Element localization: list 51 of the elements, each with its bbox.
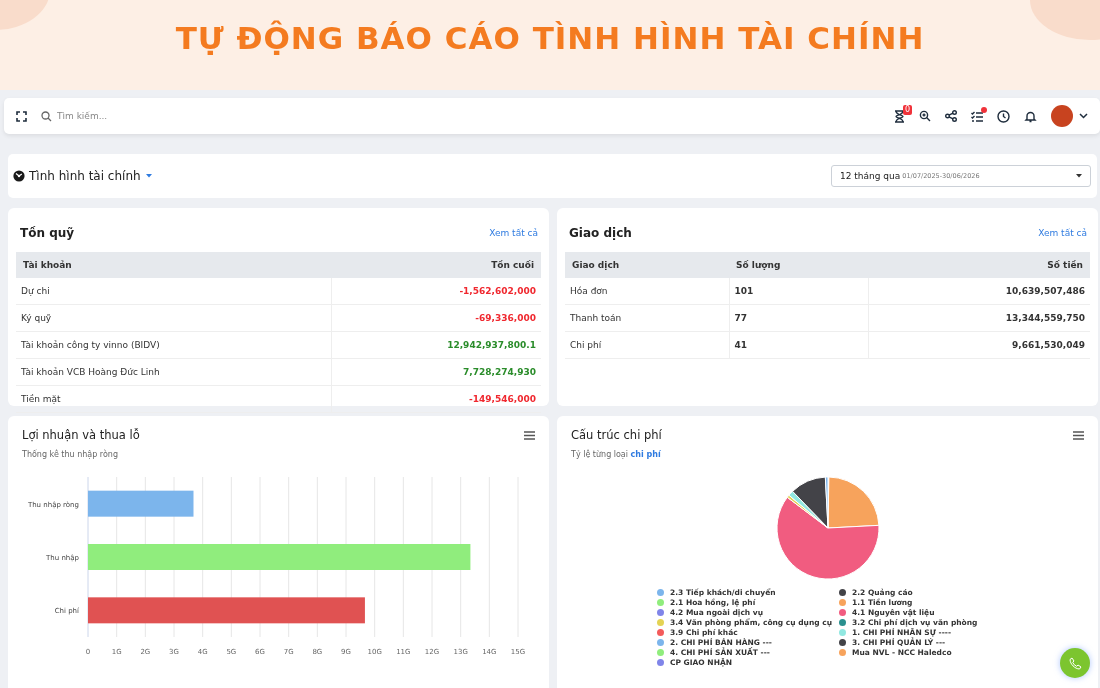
banner-title: TỰ ĐỘNG BÁO CÁO TÌNH HÌNH TÀI CHÍNH bbox=[175, 19, 925, 56]
chart-subtitle: Tỷ lệ từng loại chi phí bbox=[571, 450, 661, 459]
table-cell: 41 bbox=[729, 331, 868, 359]
view-all-link[interactable]: Xem tất cả bbox=[489, 228, 538, 238]
dashboard-icon bbox=[13, 170, 25, 182]
card-title: Tồn quỹ bbox=[20, 226, 75, 240]
zoom-icon[interactable] bbox=[919, 110, 931, 122]
table-cell: 10,639,507,486 bbox=[868, 278, 1090, 305]
menu-icon[interactable] bbox=[1073, 430, 1084, 440]
chart-subtitle: Thống kê thu nhập ròng bbox=[22, 450, 118, 459]
dashboard-title[interactable]: Tình hình tài chính bbox=[29, 169, 141, 183]
table-cell: Ký quỹ bbox=[16, 304, 332, 332]
share-icon[interactable] bbox=[945, 110, 957, 122]
table-cell: 101 bbox=[729, 278, 868, 305]
table-cell: Tiền mặt bbox=[16, 385, 332, 413]
fullscreen-icon[interactable] bbox=[16, 110, 27, 122]
column-header: Số tiền bbox=[868, 252, 1090, 278]
table-cell: Tài khoản VCB Hoàng Đức Linh bbox=[16, 358, 332, 386]
column-header: Tồn cuối bbox=[331, 252, 541, 278]
table-cell: 7,728,274,930 bbox=[331, 358, 541, 386]
table-cell: Chi phí bbox=[565, 331, 729, 359]
table-cell: Dự chi bbox=[16, 278, 332, 305]
table-cell: 12,942,937,800.1 bbox=[331, 331, 541, 359]
avatar-icon[interactable] bbox=[1051, 105, 1073, 127]
chart-title: Cấu trúc chi phí bbox=[571, 428, 662, 442]
search-icon bbox=[41, 110, 52, 122]
card-title: Giao dịch bbox=[569, 226, 632, 240]
view-all-link[interactable]: Xem tất cả bbox=[1038, 228, 1087, 238]
table-cell: -149,546,000 bbox=[331, 385, 541, 413]
table-cell: Hóa đơn bbox=[565, 278, 729, 305]
table-cell: -1,562,602,000 bbox=[331, 278, 541, 305]
column-header: Tài khoản bbox=[16, 252, 332, 278]
table-cell: 9,661,530,049 bbox=[868, 331, 1090, 359]
notification-badge: 0 bbox=[902, 104, 912, 115]
clock-icon[interactable] bbox=[997, 109, 1010, 123]
table-cell: 13,344,559,750 bbox=[868, 304, 1090, 332]
chart-title: Lợi nhuận và thua lỗ bbox=[22, 428, 140, 442]
column-header: Giao dịch bbox=[565, 252, 729, 278]
hourglass-icon[interactable] bbox=[894, 109, 905, 123]
caret-icon bbox=[1076, 174, 1082, 178]
bell-icon[interactable] bbox=[1024, 109, 1037, 123]
column-header: Số lượng bbox=[729, 252, 868, 278]
phone-icon bbox=[1068, 656, 1082, 670]
chevron-down-icon[interactable] bbox=[1079, 113, 1088, 119]
caret-icon[interactable] bbox=[145, 174, 152, 178]
table-cell: Tài khoản công ty vinno (BIDV) bbox=[16, 331, 332, 359]
table-cell: -69,336,000 bbox=[331, 304, 541, 332]
table-cell: 77 bbox=[729, 304, 868, 332]
menu-icon[interactable] bbox=[524, 430, 535, 440]
table-cell: Thanh toán bbox=[565, 304, 729, 332]
checklist-icon[interactable] bbox=[971, 110, 983, 122]
